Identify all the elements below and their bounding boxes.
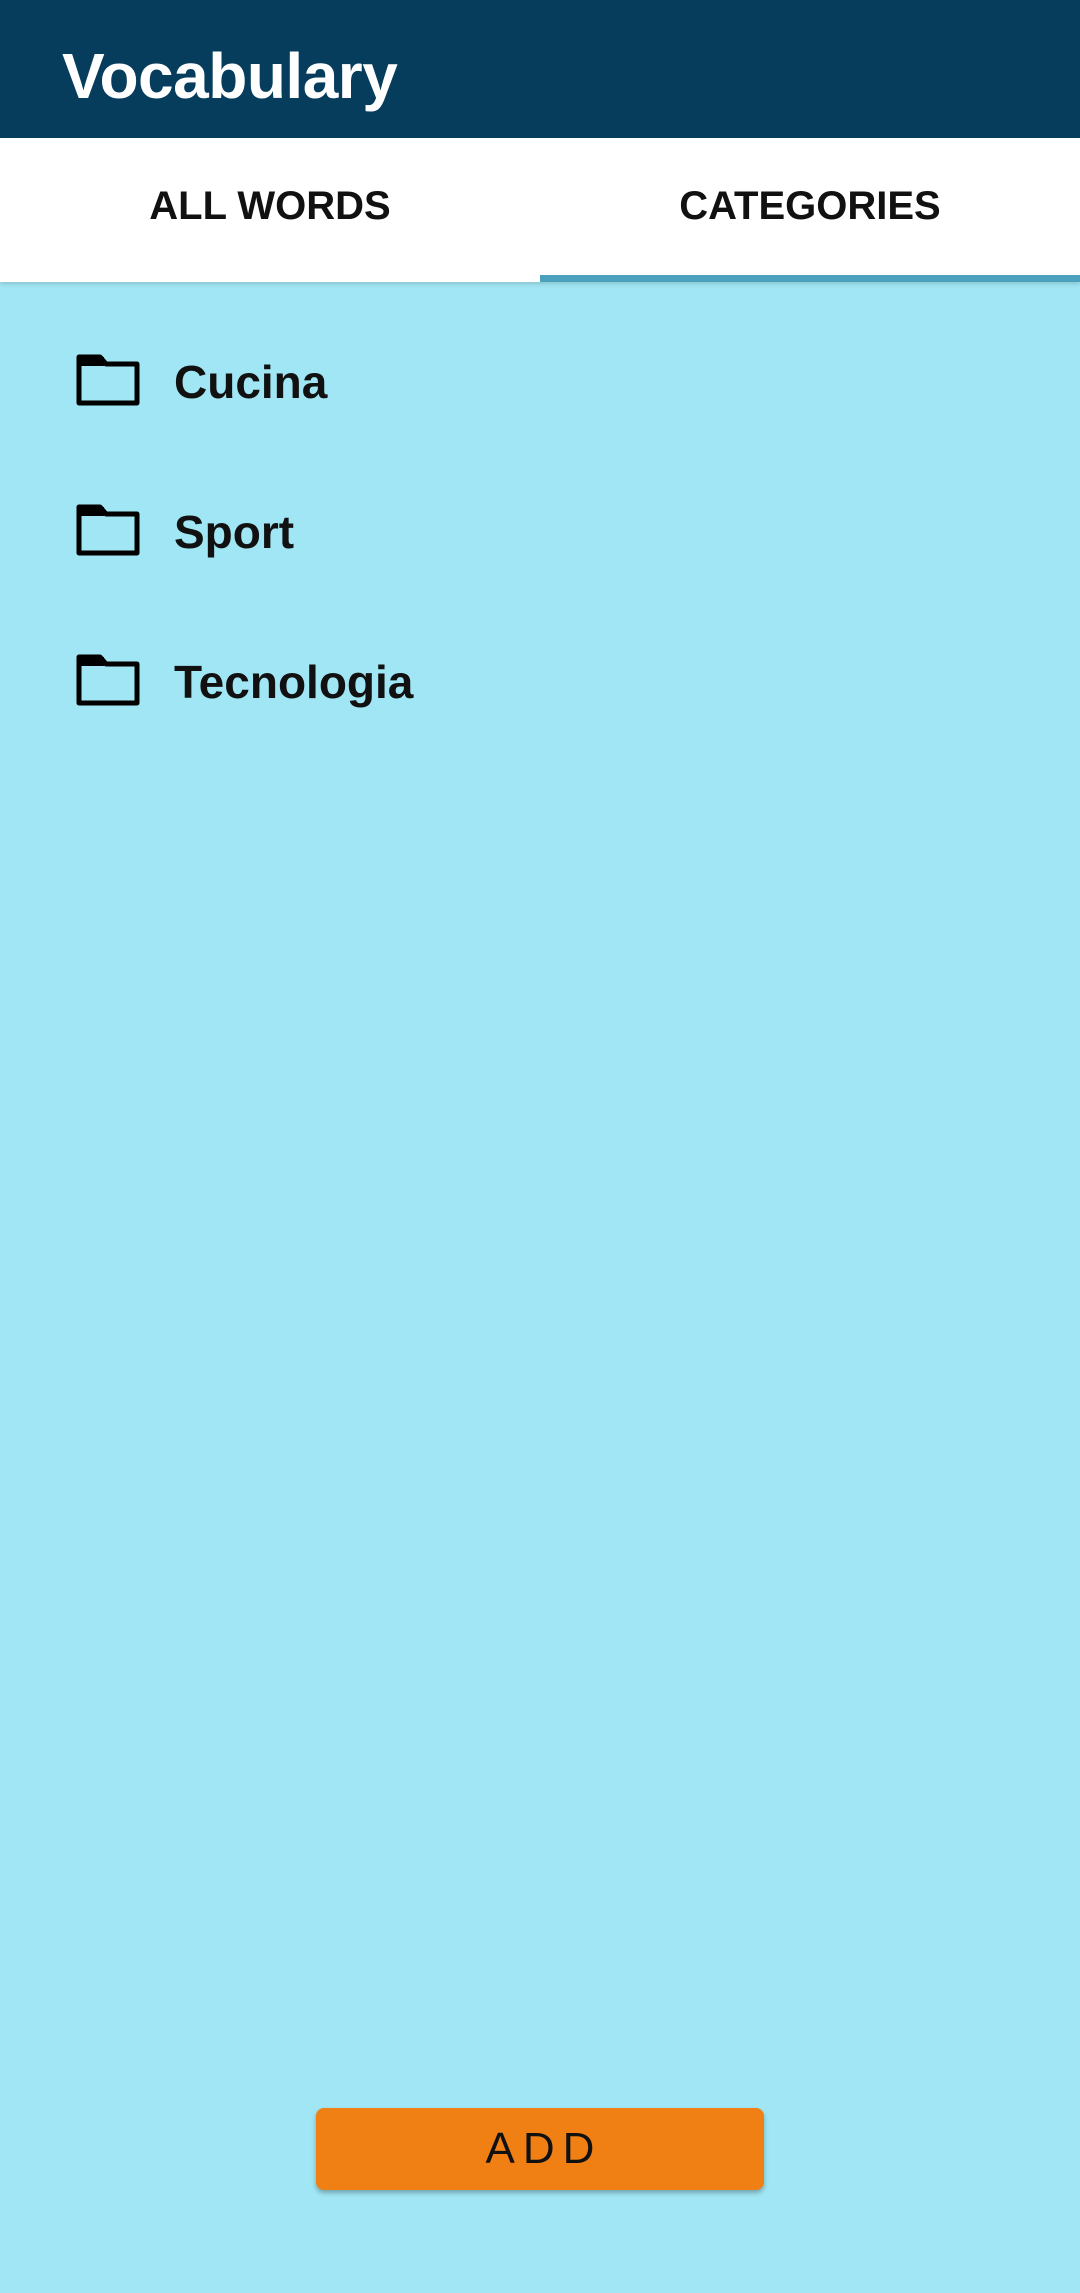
category-label: Cucina [174,356,328,408]
selected-tab-indicator [540,275,1080,282]
add-button[interactable]: ADD [316,2108,764,2190]
app-bar: Vocabulary [0,0,1080,138]
category-item-sport[interactable]: Sport [0,432,1080,582]
folder-icon [76,354,140,406]
category-item-cucina[interactable]: Cucina [0,282,1080,432]
tab-categories[interactable]: CATEGORIES [540,138,1080,282]
category-label: Tecnologia [174,656,414,708]
category-list: Cucina Sport Tecnologia [0,282,1080,732]
app-title: Vocabulary [62,40,398,112]
category-item-tecnologia[interactable]: Tecnologia [0,582,1080,732]
folder-icon [76,504,140,556]
folder-icon [76,654,140,706]
tab-all-words[interactable]: ALL WORDS [0,138,540,282]
category-label: Sport [174,506,295,558]
tab-bar: ALL WORDS CATEGORIES [0,138,1080,282]
